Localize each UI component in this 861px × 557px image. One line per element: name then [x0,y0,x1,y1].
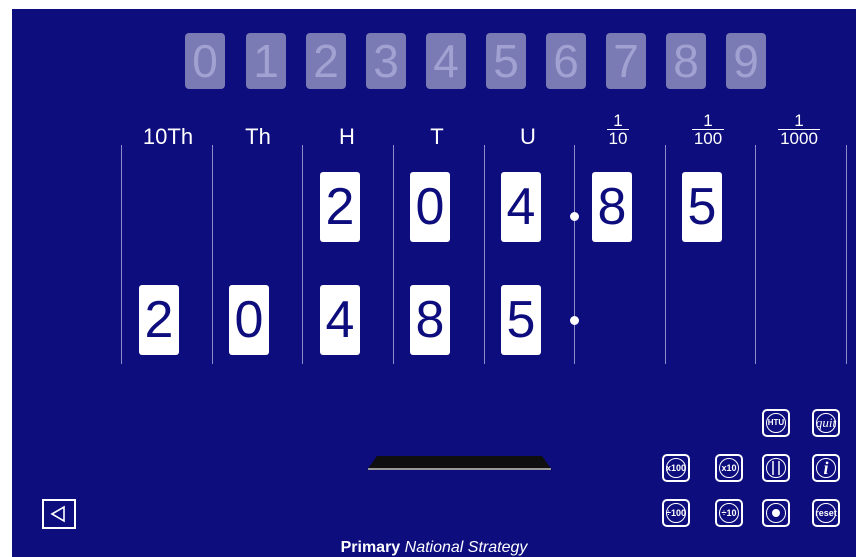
multiply-100-button[interactable]: x100 [662,454,690,482]
decimal-point-icon[interactable] [762,499,790,527]
columns-icon[interactable] [762,454,790,482]
column-divider [574,145,575,364]
digit-card-tens[interactable]: 8 [410,285,450,355]
digit-card-units[interactable]: 4 [501,172,541,242]
footer-brand-italic: National Strategy [404,539,528,556]
header-hundreds: H [339,124,355,149]
fraction-numerator: 1 [703,111,713,130]
decimal-point [570,316,579,325]
column-divider [846,145,847,364]
palette-digit[interactable]: 0 [185,33,225,89]
slider-bar[interactable] [367,456,552,470]
header-tens: T [430,124,444,149]
fraction-numerator: 1 [794,111,804,130]
column-divider [302,145,303,364]
digit-card-thousands[interactable]: 0 [229,285,269,355]
digit-card-hundreds[interactable]: 2 [320,172,360,242]
decimal-point-icon-glyph [772,509,780,517]
palette-digit[interactable]: 7 [606,33,646,89]
header-units: U [520,124,536,149]
palette-digit[interactable]: 3 [366,33,406,89]
footer-brand-bold: Primary [340,539,401,556]
divide-10-button[interactable]: ÷10 [715,499,743,527]
digit-card-ten-thousands[interactable]: 2 [139,285,179,355]
column-divider [121,145,122,364]
back-button[interactable] [42,499,76,529]
column-divider [393,145,394,364]
header-ten-thousands: 10Th [142,124,194,149]
palette-digit[interactable]: 8 [666,33,706,89]
quit-button[interactable]: quit [812,409,840,437]
header-tenths: 1 10 [573,111,663,148]
columns-icon-glyph [772,461,780,475]
palette-digit[interactable]: 1 [246,33,286,89]
header-thousandths: 1 1000 [754,111,844,148]
palette-digit[interactable]: 2 [306,33,346,89]
place-value-chart: 0 1 2 3 4 5 6 7 8 9 10Th Th H T U 1 10 1… [12,9,856,557]
column-divider [212,145,213,364]
info-button[interactable]: i [812,454,840,482]
column-divider [665,145,666,364]
palette-digit[interactable]: 6 [546,33,586,89]
reset-button[interactable]: reset [812,499,840,527]
fraction-denominator: 1000 [778,129,820,148]
htu-button[interactable]: HTU [762,409,790,437]
digit-card-units[interactable]: 5 [501,285,541,355]
header-thousands: Th [245,124,271,149]
digit-card-tenths[interactable]: 8 [592,172,632,242]
multiply-10-button[interactable]: x10 [715,454,743,482]
palette-digit[interactable]: 5 [486,33,526,89]
decimal-point [570,212,579,221]
fraction-denominator: 10 [606,129,630,148]
palette-digit[interactable]: 9 [726,33,766,89]
digit-card-tens[interactable]: 0 [410,172,450,242]
palette-digit[interactable]: 4 [426,33,466,89]
column-divider [755,145,756,364]
fraction-denominator: 100 [691,129,725,148]
divide-100-button[interactable]: ÷100 [662,499,690,527]
footer-branding: Primary National Strategy [12,539,856,557]
column-divider [484,145,485,364]
digit-card-hundreds[interactable]: 4 [320,285,360,355]
fraction-numerator: 1 [613,111,623,130]
back-triangle-icon [50,505,65,523]
header-hundredths: 1 100 [663,111,753,148]
digit-card-hundredths[interactable]: 5 [682,172,722,242]
